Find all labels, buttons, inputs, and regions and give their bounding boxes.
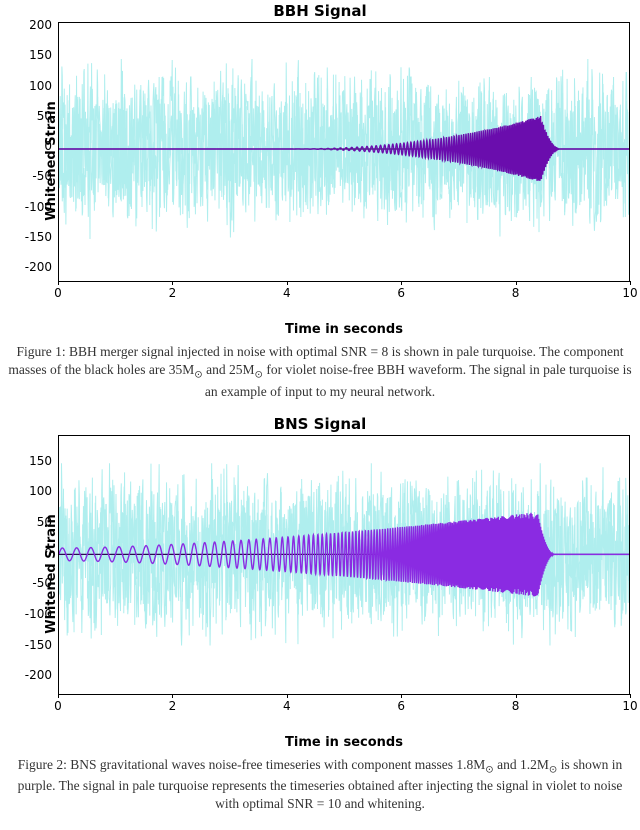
figure-2-bns: BNS Signal Whitened Strain -200 -150 -10… (0, 415, 640, 814)
x-axis-label: Time in seconds (48, 735, 640, 750)
plot-area (58, 435, 630, 695)
x-tick-labels: 0 2 4 6 8 10 (58, 282, 630, 300)
y-tick-labels: -200 -150 -100 -50 0 50 100 150 (20, 435, 54, 695)
plot-area (58, 22, 630, 282)
figure-1-bbh: BBH Signal Whitened Strain -200 -150 -10… (0, 2, 640, 401)
chart-title: BBH Signal (0, 2, 640, 20)
chart-svg (59, 436, 629, 694)
chart-svg (59, 23, 629, 281)
figure-1-caption: Figure 1: BBH merger signal injected in … (6, 343, 634, 401)
figure-2-caption: Figure 2: BNS gravitational waves noise-… (6, 756, 634, 814)
y-tick-labels: -200 -150 -100 -50 0 50 100 150 200 (20, 22, 54, 282)
x-tick-labels: 0 2 4 6 8 10 (58, 695, 630, 713)
chart-title: BNS Signal (0, 415, 640, 433)
x-axis-label: Time in seconds (48, 322, 640, 337)
